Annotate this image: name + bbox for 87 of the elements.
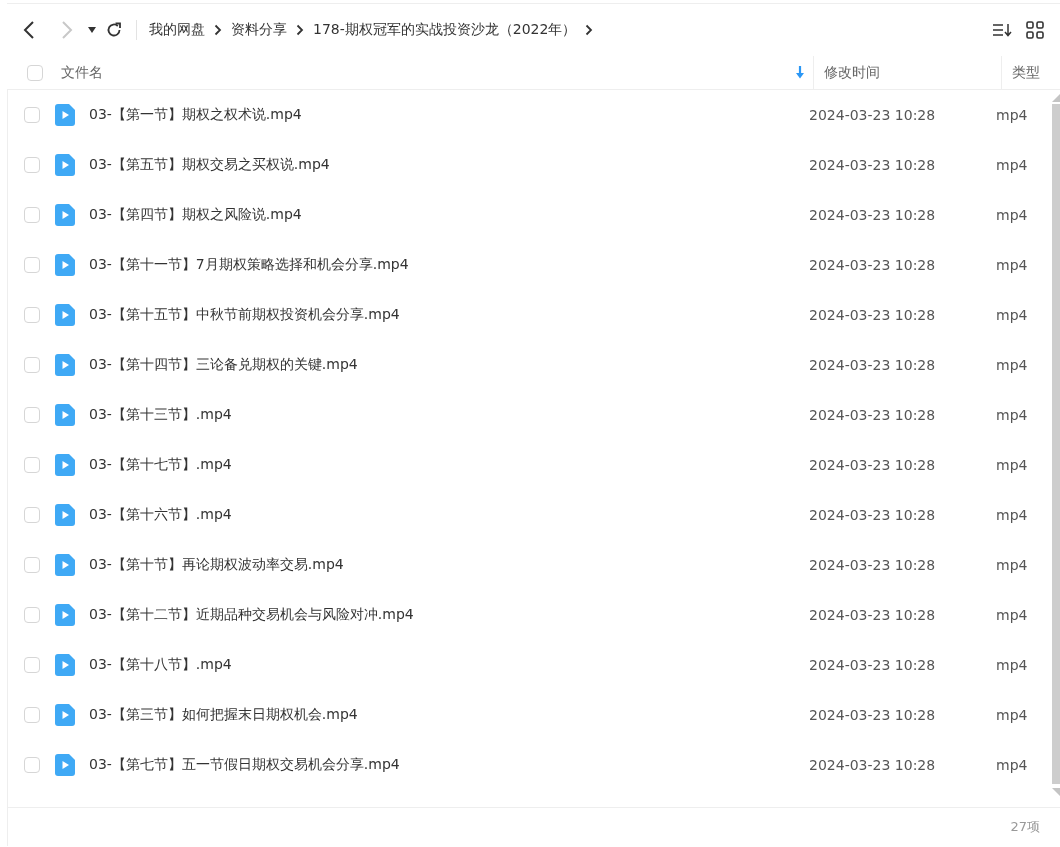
file-type: mp4	[996, 707, 1028, 723]
row-checkbox[interactable]	[24, 257, 40, 273]
file-name[interactable]: 03-【第十八节】.mp4	[89, 656, 809, 674]
video-file-icon	[55, 354, 75, 376]
file-name[interactable]: 03-【第五节】期权交易之买权说.mp4	[89, 156, 809, 174]
chevron-right-icon	[214, 24, 222, 36]
column-header[interactable]: 修改时间	[824, 63, 880, 82]
chevron-right-icon	[296, 24, 304, 36]
row-checkbox[interactable]	[24, 757, 40, 773]
row-checkbox[interactable]	[24, 457, 40, 473]
video-file-icon	[55, 604, 75, 626]
file-name[interactable]: 03-【第一节】期权之权术说.mp4	[89, 106, 809, 124]
row-checkbox[interactable]	[24, 357, 40, 373]
video-file-icon	[55, 304, 75, 326]
breadcrumb-link[interactable]: 资料分享	[231, 21, 287, 39]
file-type: mp4	[996, 507, 1028, 523]
file-type: mp4	[996, 457, 1028, 473]
file-name[interactable]: 03-【第四节】期权之风险说.mp4	[89, 206, 809, 224]
file-name[interactable]: 03-【第十四节】三论备兑期权的关键.mp4	[89, 356, 809, 374]
modified-time: 2024-03-23 10:28	[809, 307, 937, 323]
video-file-icon	[55, 504, 75, 526]
column-header[interactable]: 文件名	[61, 63, 103, 82]
modified-time: 2024-03-23 10:28	[809, 757, 937, 773]
row-checkbox[interactable]	[24, 657, 40, 673]
video-file-icon	[55, 404, 75, 426]
file-name[interactable]: 03-【第十六节】.mp4	[89, 506, 809, 524]
file-name[interactable]: 03-【第七节】五一节假日期权交易机会分享.mp4	[89, 756, 809, 774]
row-checkbox[interactable]	[24, 507, 40, 523]
file-name[interactable]: 03-【第十三节】.mp4	[89, 406, 809, 424]
grid-view-icon[interactable]	[1026, 21, 1044, 39]
file-type: mp4	[996, 107, 1028, 123]
back-button[interactable]	[22, 20, 36, 40]
file-name[interactable]: 03-【第十五节】中秋节前期权投资机会分享.mp4	[89, 306, 809, 324]
video-file-icon	[55, 254, 75, 276]
file-type: mp4	[996, 607, 1028, 623]
video-file-icon	[55, 704, 75, 726]
modified-time: 2024-03-23 10:28	[809, 407, 937, 423]
row-checkbox[interactable]	[24, 157, 40, 173]
row-checkbox[interactable]	[24, 607, 40, 623]
sort-down-arrow-icon[interactable]	[795, 66, 805, 79]
video-file-icon	[55, 104, 75, 126]
sort-list-icon[interactable]	[992, 22, 1012, 38]
file-type: mp4	[996, 257, 1028, 273]
modified-time: 2024-03-23 10:28	[809, 657, 937, 673]
dropdown-caret-icon[interactable]	[88, 27, 96, 33]
row-checkbox[interactable]	[24, 107, 40, 123]
file-type: mp4	[996, 357, 1028, 373]
video-file-icon	[55, 754, 75, 776]
modified-time: 2024-03-23 10:28	[809, 457, 937, 473]
file-type: mp4	[996, 307, 1028, 323]
breadcrumb-link[interactable]: 我的网盘	[149, 21, 205, 39]
file-name[interactable]: 03-【第三节】如何把握末日期权机会.mp4	[89, 706, 809, 724]
row-checkbox[interactable]	[24, 707, 40, 723]
modified-time: 2024-03-23 10:28	[809, 257, 937, 273]
file-name[interactable]: 03-【第十七节】.mp4	[89, 456, 809, 474]
modified-time: 2024-03-23 10:28	[809, 157, 937, 173]
modified-time: 2024-03-23 10:28	[809, 107, 937, 123]
video-file-icon	[55, 454, 75, 476]
modified-time: 2024-03-23 10:28	[809, 507, 937, 523]
file-type: mp4	[996, 207, 1028, 223]
item-count: 27项	[1010, 818, 1040, 836]
modified-time: 2024-03-23 10:28	[809, 207, 937, 223]
file-type: mp4	[996, 407, 1028, 423]
video-file-icon	[55, 204, 75, 226]
video-file-icon	[55, 554, 75, 576]
refresh-button[interactable]	[106, 22, 122, 38]
modified-time: 2024-03-23 10:28	[809, 357, 937, 373]
column-header[interactable]: 类型	[1012, 63, 1040, 82]
row-checkbox[interactable]	[24, 207, 40, 223]
breadcrumb-link[interactable]: 178-期权冠军的实战投资沙龙（2022年）	[313, 21, 577, 39]
video-file-icon	[55, 654, 75, 676]
modified-time: 2024-03-23 10:28	[809, 607, 937, 623]
row-checkbox[interactable]	[24, 557, 40, 573]
file-type: mp4	[996, 157, 1028, 173]
modified-time: 2024-03-23 10:28	[809, 557, 937, 573]
video-file-icon	[55, 154, 75, 176]
file-name[interactable]: 03-【第十一节】7月期权策略选择和机会分享.mp4	[89, 256, 809, 274]
modified-time: 2024-03-23 10:28	[809, 707, 937, 723]
file-type: mp4	[996, 557, 1028, 573]
row-checkbox[interactable]	[24, 407, 40, 423]
row-checkbox[interactable]	[24, 307, 40, 323]
file-name[interactable]: 03-【第十二节】近期品种交易机会与风险对冲.mp4	[89, 606, 809, 624]
chevron-right-icon	[585, 24, 594, 36]
file-name[interactable]: 03-【第十节】再论期权波动率交易.mp4	[89, 556, 809, 574]
file-type: mp4	[996, 757, 1028, 773]
file-type: mp4	[996, 657, 1028, 673]
select-all-checkbox[interactable]	[27, 64, 43, 81]
